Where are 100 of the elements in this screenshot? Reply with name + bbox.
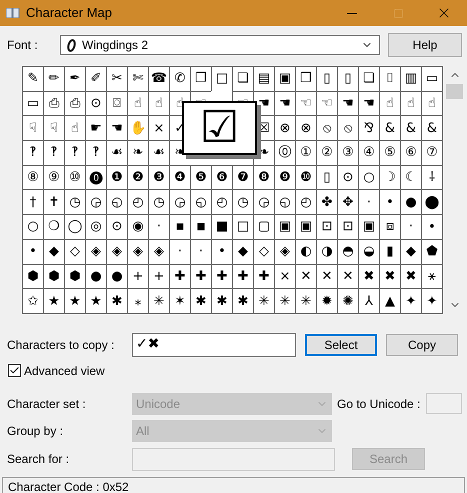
character-cell[interactable]: ✳ (274, 288, 295, 313)
character-cell[interactable]: ❽ (253, 164, 274, 190)
character-cell[interactable]: ▯ (337, 66, 358, 91)
character-cell[interactable]: ☝ (421, 90, 442, 116)
character-cell[interactable]: □ (211, 66, 232, 91)
character-cell[interactable]: ◾ (190, 214, 211, 239)
character-cell[interactable]: ⸸ (421, 164, 442, 190)
character-cell[interactable]: ★ (64, 288, 85, 313)
character-cell[interactable]: ○ (22, 214, 43, 239)
character-cell[interactable]: ✹ (316, 288, 337, 313)
character-cell[interactable]: • (379, 189, 400, 214)
character-cell[interactable]: ☝ (400, 90, 421, 116)
character-cell[interactable]: ⚹ (421, 264, 442, 288)
character-cell[interactable]: † (22, 189, 43, 214)
character-cell[interactable]: ⎙ (64, 90, 85, 116)
character-cell[interactable]: ◑ (316, 238, 337, 264)
character-cell[interactable]: ‽ (64, 140, 85, 165)
character-cell[interactable]: ▣ (295, 214, 316, 239)
character-cell[interactable]: ⊙ (85, 90, 106, 116)
character-cell[interactable]: ✚ (190, 264, 211, 288)
character-cell[interactable]: ✱ (106, 288, 127, 313)
character-cell[interactable]: ☝ (148, 90, 169, 116)
character-cell[interactable]: ❾ (274, 164, 295, 190)
character-cell[interactable]: ⊡ (337, 214, 358, 239)
character-cell[interactable]: ✕ (316, 264, 337, 288)
character-cell[interactable]: ❧ (127, 140, 148, 165)
character-cell[interactable]: ☾ (400, 164, 421, 190)
character-cell[interactable]: ☽ (379, 164, 400, 190)
character-cell[interactable]: ❸ (148, 164, 169, 190)
character-cell[interactable]: ❻ (211, 164, 232, 190)
character-cell[interactable]: ✕ (337, 264, 358, 288)
character-cell[interactable]: ★ (43, 288, 64, 313)
character-cell[interactable]: ✚ (253, 264, 274, 288)
character-cell[interactable]: ⦸ (337, 115, 358, 140)
character-cell[interactable]: ☎ (148, 66, 169, 91)
character-cell[interactable]: · (190, 238, 211, 264)
character-cell[interactable]: ‽ (43, 140, 64, 165)
character-cell[interactable]: · (400, 214, 421, 239)
character-cell[interactable]: · (169, 238, 190, 264)
character-cell[interactable]: ❒ (295, 66, 316, 91)
character-cell[interactable]: ❿ (295, 164, 316, 190)
character-cell[interactable]: ◵ (190, 189, 211, 214)
character-cell[interactable]: □ (232, 214, 253, 239)
character-cell[interactable]: ⬢ (22, 264, 43, 288)
character-cell[interactable]: ◐ (295, 238, 316, 264)
character-cell[interactable]: ✖ (358, 264, 379, 288)
character-cell[interactable]: ☝ (64, 115, 85, 140)
character-cell[interactable]: ✕ (295, 264, 316, 288)
character-cell[interactable]: ▮ (379, 238, 400, 264)
character-cell[interactable]: ● (85, 264, 106, 288)
character-cell[interactable]: ◆ (400, 238, 421, 264)
character-cell[interactable]: ☚ (274, 90, 295, 116)
character-cell[interactable]: ⊙ (106, 214, 127, 239)
character-cell[interactable]: ✝ (43, 189, 64, 214)
character-cell[interactable]: ✤ (316, 189, 337, 214)
character-cell[interactable]: ⓿ (85, 164, 106, 190)
character-cell[interactable]: ⬤ (421, 189, 442, 214)
character-cell[interactable]: ▣ (358, 214, 379, 239)
character-cell[interactable]: ◆ (43, 238, 64, 264)
character-cell[interactable]: · (358, 189, 379, 214)
character-cell[interactable]: ▪ (169, 214, 190, 239)
character-cell[interactable]: ◆ (232, 238, 253, 264)
character-cell[interactable]: ① (295, 140, 316, 165)
character-cell[interactable]: ▭ (22, 90, 43, 116)
character-cell[interactable]: ✱ (232, 288, 253, 313)
character-cell[interactable]: ▤ (253, 66, 274, 91)
font-dropdown[interactable]: Wingdings 2 (60, 35, 380, 55)
character-cell[interactable]: × (274, 264, 295, 288)
character-cell[interactable]: ⊙ (337, 164, 358, 190)
character-cell[interactable]: ▭ (421, 66, 442, 91)
character-cell[interactable]: ☙ (148, 140, 169, 165)
character-cell[interactable]: ✄ (127, 66, 148, 91)
character-cell[interactable]: ★ (85, 288, 106, 313)
character-cell[interactable]: ✎ (22, 66, 43, 91)
character-cell[interactable]: ✖ (379, 264, 400, 288)
character-cell[interactable]: ⬢ (43, 264, 64, 288)
character-cell[interactable]: ③ (337, 140, 358, 165)
character-cell[interactable]: ▲ (379, 288, 400, 313)
character-cell[interactable]: ◓ (337, 238, 358, 264)
character-cell[interactable]: ❏ (358, 66, 379, 91)
character-cell[interactable]: ◉ (127, 214, 148, 239)
character-cell[interactable]: ④ (358, 140, 379, 165)
character-cell[interactable]: ◈ (148, 238, 169, 264)
character-cell[interactable]: ✶ (169, 288, 190, 313)
character-cell[interactable]: ◇ (253, 238, 274, 264)
character-cell[interactable]: ⑥ (400, 140, 421, 165)
character-cell[interactable]: ✩ (22, 288, 43, 313)
character-cell[interactable]: ◶ (85, 189, 106, 214)
character-cell[interactable]: ✖ (400, 264, 421, 288)
character-cell[interactable]: ‽ (22, 140, 43, 165)
character-cell[interactable]: ◴ (295, 189, 316, 214)
copy-button[interactable]: Copy (386, 334, 458, 356)
character-cell[interactable]: & (400, 115, 421, 140)
character-cell[interactable]: ❹ (169, 164, 190, 190)
character-cell[interactable]: ◈ (127, 238, 148, 264)
character-cell[interactable]: ✚ (169, 264, 190, 288)
character-cell[interactable]: ☝ (379, 90, 400, 116)
character-cell[interactable]: ✂ (106, 66, 127, 91)
character-cell[interactable]: ◯ (64, 214, 85, 239)
character-cell[interactable]: ○ (358, 164, 379, 190)
